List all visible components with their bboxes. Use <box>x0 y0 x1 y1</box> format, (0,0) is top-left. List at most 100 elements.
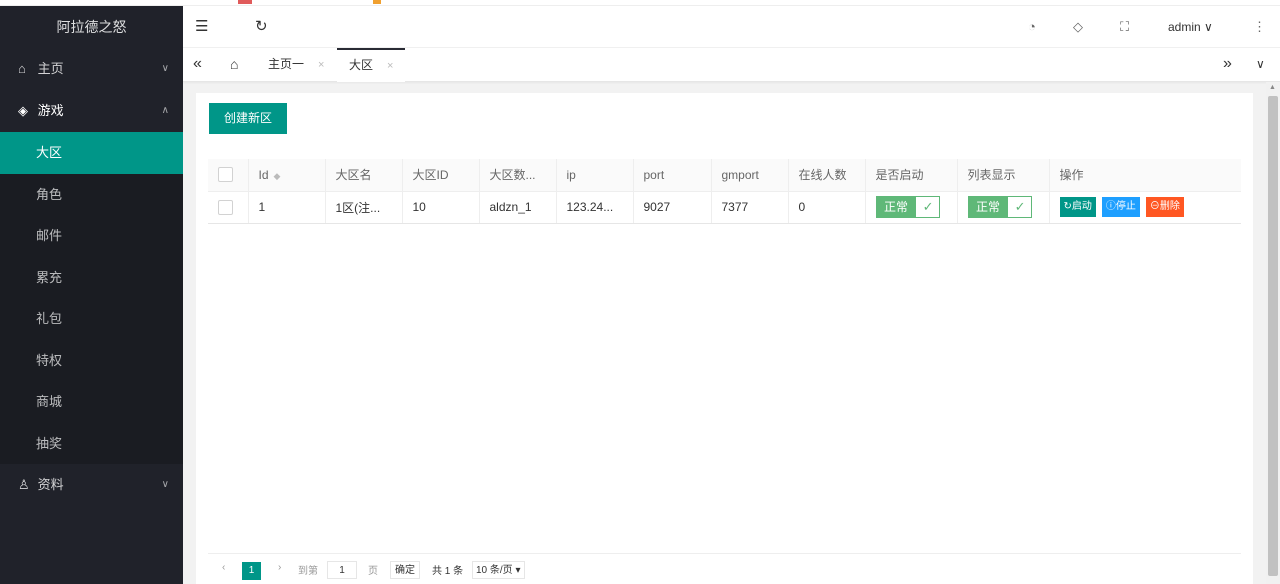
col-ip: ip <box>556 159 634 192</box>
cell-port: 9027 <box>633 191 712 224</box>
page-size-select[interactable]: 10 条/页 ▾ <box>472 561 525 579</box>
cell-started: 正常 ✓ <box>865 191 958 224</box>
col-started: 是否启动 <box>865 159 958 192</box>
vertical-scrollbar[interactable]: ▲ <box>1266 82 1280 584</box>
col-gmport: gmport <box>711 159 789 192</box>
started-switch[interactable]: 正常 ✓ <box>875 196 940 218</box>
select-all-cell <box>208 159 249 192</box>
tab-home-one[interactable]: 主页一 × <box>268 48 324 82</box>
col-name: 大区名 <box>325 159 403 192</box>
theme-palette-icon[interactable]: ◔ <box>1028 6 1036 48</box>
pagination: ‹ 1 › 到第 1 页 确定 共 1 条 10 条/页 ▾ <box>208 553 1241 584</box>
cell-ip: 123.24... <box>556 191 634 224</box>
sidebar-item-recharge[interactable]: 累充 <box>0 257 183 299</box>
delete-button[interactable]: ⊖删除 <box>1145 197 1184 217</box>
tab-label: 大区 <box>349 58 374 72</box>
switch-label: 正常 <box>876 197 916 217</box>
sidebar: 阿拉德之怒 ⌂ 主页 ∨ ◈ 游戏 ∧ 大区 角色 邮件 累充 礼包 特权 商城… <box>0 6 183 584</box>
goto-label: 到第 <box>298 566 318 577</box>
page-unit-label: 页 <box>368 566 378 577</box>
cell-name: 1区(注... <box>325 191 403 224</box>
col-label: Id <box>258 167 269 182</box>
row-select-cell <box>208 191 249 224</box>
sidebar-group-home[interactable]: ⌂ 主页 ∨ <box>0 48 183 90</box>
sidebar-group-data[interactable]: ♙ 资料 ∨ <box>0 464 183 506</box>
top-header: ☰ ↻ ◔ ◇ ⛶ admin ∨ ⋮ <box>183 6 1280 48</box>
tabs-dropdown-icon[interactable]: ∨ <box>1256 48 1265 82</box>
sidebar-item-shop[interactable]: 商城 <box>0 381 183 423</box>
user-icon: ♙ <box>18 477 30 492</box>
goto-confirm-button[interactable]: 确定 <box>390 561 420 579</box>
home-icon: ⌂ <box>18 61 26 76</box>
sidebar-item-privilege[interactable]: 特权 <box>0 340 183 382</box>
refresh-icon[interactable]: ↻ <box>255 6 268 48</box>
chevron-down-icon: ∨ <box>161 479 169 490</box>
start-button[interactable]: ↻启动 <box>1059 197 1096 217</box>
cell-gmport: 7377 <box>711 191 789 224</box>
zone-table: Id ◆ 大区名 大区ID 大区数... ip port gmport 在线人数 … <box>208 159 1241 224</box>
sidebar-game-submenu: 大区 角色 邮件 累充 礼包 特权 商城 抽奖 <box>0 132 183 464</box>
fullscreen-icon[interactable]: ⛶ <box>1120 6 1129 48</box>
sidebar-group-label: 主页 <box>37 61 64 76</box>
check-icon: ✓ <box>1014 199 1026 214</box>
info-icon: ⓘ <box>1105 201 1116 212</box>
stop-button[interactable]: ⓘ停止 <box>1101 197 1140 217</box>
tab-zone[interactable]: 大区 × <box>337 48 406 82</box>
content-card: 创建新区 Id ◆ 大区名 大区ID 大区数... ip port gmport … <box>196 93 1253 584</box>
table-header-row: Id ◆ 大区名 大区ID 大区数... ip port gmport 在线人数 … <box>208 159 1241 192</box>
col-db: 大区数... <box>479 159 557 192</box>
chevron-up-icon: ∧ <box>161 105 169 116</box>
prev-page-icon[interactable]: ‹ <box>222 562 225 573</box>
menu-collapse-icon[interactable]: ☰ <box>195 6 208 48</box>
current-page[interactable]: 1 <box>242 562 261 580</box>
select-all-checkbox[interactable] <box>218 167 233 183</box>
page-size-value: 10 条/页 <box>476 565 513 576</box>
create-zone-button[interactable]: 创建新区 <box>209 103 287 134</box>
col-port: port <box>633 159 712 192</box>
diamond-icon: ◈ <box>18 103 28 118</box>
close-icon[interactable]: × <box>387 60 393 72</box>
home-tab-icon[interactable]: ⌂ <box>230 48 238 82</box>
username: admin <box>1168 20 1201 34</box>
cell-id: 1 <box>248 191 326 224</box>
sidebar-item-role[interactable]: 角色 <box>0 174 183 216</box>
tabs-scroll-right-icon[interactable]: » <box>1223 48 1232 82</box>
cell-zone-id: 10 <box>402 191 480 224</box>
sidebar-group-game[interactable]: ◈ 游戏 ∧ <box>0 90 183 132</box>
scroll-up-icon[interactable]: ▲ <box>1269 84 1276 91</box>
sidebar-group-label: 资料 <box>37 477 64 492</box>
cell-actions: ↻启动 ⓘ停止 ⊖删除 <box>1049 191 1241 224</box>
cell-db: aldzn_1 <box>479 191 557 224</box>
scrollbar-thumb[interactable] <box>1268 96 1278 576</box>
list-show-switch[interactable]: 正常 ✓ <box>967 196 1032 218</box>
tag-icon[interactable]: ◇ <box>1073 6 1083 48</box>
sidebar-item-zone[interactable]: 大区 <box>0 132 183 174</box>
start-label: 启动 <box>1071 201 1092 212</box>
stop-label: 停止 <box>1115 201 1136 212</box>
col-online: 在线人数 <box>788 159 866 192</box>
sort-icon[interactable]: ◆ <box>274 171 281 181</box>
goto-page-input[interactable]: 1 <box>327 561 357 579</box>
tabs-scroll-left-icon[interactable]: « <box>193 48 202 82</box>
tabs-bar: « ⌂ 主页一 × 大区 × » ∨ <box>183 48 1280 82</box>
refresh-icon: ↻ <box>1063 201 1072 212</box>
row-checkbox[interactable] <box>218 199 233 215</box>
col-list-show: 列表显示 <box>957 159 1050 192</box>
col-id[interactable]: Id ◆ <box>248 159 326 192</box>
close-icon[interactable]: × <box>318 59 324 71</box>
col-actions: 操作 <box>1049 159 1241 192</box>
switch-label: 正常 <box>968 197 1008 217</box>
tab-indicator-red <box>238 0 252 4</box>
chevron-down-icon: ∨ <box>161 63 169 74</box>
minus-circle-icon: ⊖ <box>1149 201 1160 212</box>
table-row: 1 1区(注... 10 aldzn_1 123.24... 9027 7377… <box>208 191 1241 224</box>
more-icon[interactable]: ⋮ <box>1253 6 1266 48</box>
sidebar-item-gift[interactable]: 礼包 <box>0 298 183 340</box>
sidebar-item-mail[interactable]: 邮件 <box>0 215 183 257</box>
sidebar-item-lottery[interactable]: 抽奖 <box>0 423 183 465</box>
user-menu[interactable]: admin ∨ <box>1168 6 1213 48</box>
col-zone-id: 大区ID <box>402 159 480 192</box>
tab-indicator-orange <box>373 0 381 4</box>
app-title: 阿拉德之怒 <box>0 6 183 48</box>
next-page-icon[interactable]: › <box>278 562 281 573</box>
